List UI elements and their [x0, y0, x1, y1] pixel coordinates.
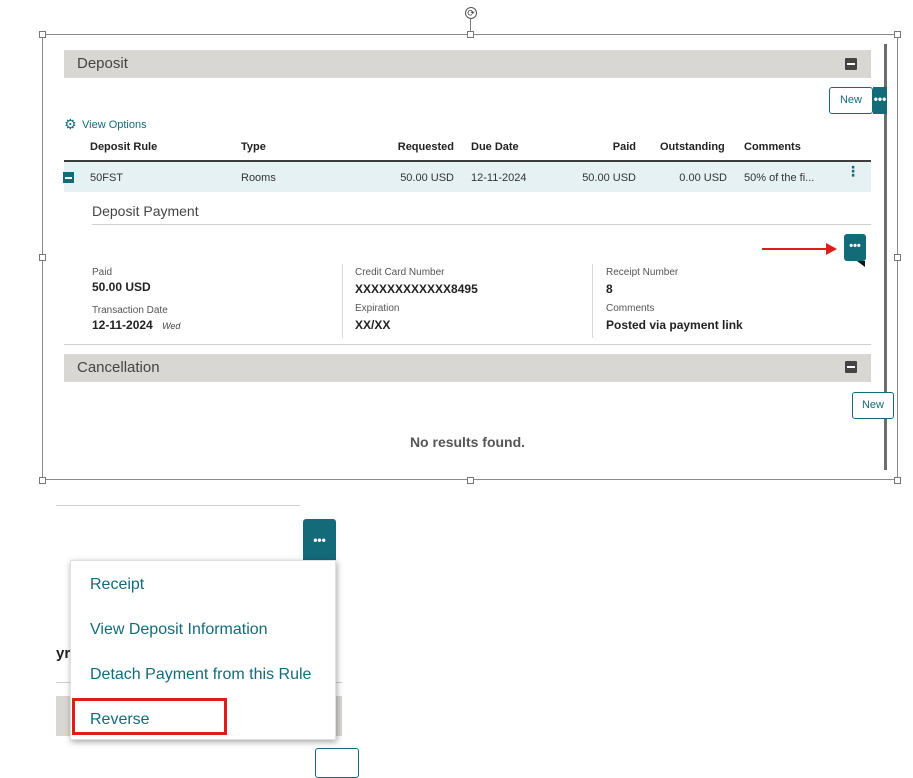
background-button[interactable] — [315, 748, 359, 778]
cell-due-date: 12-11-2024 — [471, 172, 527, 184]
cancellation-section-title: Cancellation — [77, 359, 160, 376]
payment-actions-button[interactable]: ••• — [844, 234, 866, 261]
expiration-value: XX/XX — [355, 318, 391, 332]
column-header-deposit-rule[interactable]: Deposit Rule — [90, 141, 157, 153]
paid-label: Paid — [92, 267, 113, 278]
divider — [92, 224, 871, 225]
resize-handle-top[interactable] — [467, 31, 474, 38]
divider — [56, 505, 300, 506]
card-number-value: XXXXXXXXXXXX8495 — [355, 282, 478, 296]
column-header-paid[interactable]: Paid — [596, 141, 636, 153]
deposit-section-title: Deposit — [77, 55, 128, 72]
payment-comments-label: Comments — [606, 303, 655, 314]
cancellation-new-button[interactable]: New — [852, 392, 894, 419]
receipt-number-value: 8 — [606, 282, 613, 296]
receipt-number-label: Receipt Number — [606, 267, 679, 278]
column-divider — [342, 264, 343, 338]
row-actions-kebab-icon[interactable]: ⋮ — [846, 164, 860, 178]
divider — [64, 344, 871, 345]
cell-type: Rooms — [241, 172, 276, 184]
card-number-label: Credit Card Number — [355, 267, 445, 278]
resize-handle-top-left[interactable] — [39, 31, 46, 38]
resize-handle-top-right[interactable] — [894, 31, 901, 38]
context-menu-trigger-button[interactable]: ••• — [303, 519, 336, 560]
cell-paid: 50.00 USD — [582, 172, 636, 184]
annotation-arrow-head — [826, 243, 837, 255]
column-header-due-date[interactable]: Due Date — [471, 141, 519, 153]
paid-value: 50.00 USD — [92, 280, 151, 294]
resize-handle-left[interactable] — [39, 254, 46, 261]
cell-deposit-rule: 50FST — [90, 172, 124, 184]
selection-frame[interactable] — [42, 34, 898, 480]
button-tail — [857, 261, 865, 267]
dots-icon: ••• — [849, 240, 861, 252]
menu-item-receipt[interactable]: Receipt — [90, 576, 144, 594]
menu-item-view-deposit-information[interactable]: View Deposit Information — [90, 621, 268, 639]
gear-icon[interactable]: ⚙ — [64, 117, 77, 131]
resize-handle-bottom-right[interactable] — [894, 477, 901, 484]
cell-outstanding: 0.00 USD — [679, 172, 727, 184]
background-text-fragment: yr — [56, 645, 71, 662]
cell-comments: 50% of the fi... — [744, 172, 815, 184]
deposit-payment-title: Deposit Payment — [92, 203, 199, 219]
cancellation-section-header: Cancellation — [64, 354, 871, 382]
deposit-collapse-icon[interactable] — [845, 58, 857, 70]
transaction-date-value: 12-11-2024 Wed — [92, 318, 180, 332]
cancellation-collapse-icon[interactable] — [845, 361, 857, 373]
column-divider — [592, 264, 593, 338]
column-header-type[interactable]: Type — [241, 141, 266, 153]
menu-item-detach-payment[interactable]: Detach Payment from this Rule — [90, 666, 311, 684]
transaction-day: Wed — [162, 321, 181, 331]
expiration-label: Expiration — [355, 303, 400, 314]
column-header-outstanding[interactable]: Outstanding — [660, 141, 725, 153]
row-collapse-icon[interactable] — [63, 172, 74, 183]
resize-handle-bottom-left[interactable] — [39, 477, 46, 484]
view-options-link[interactable]: View Options — [82, 119, 147, 131]
rotate-handle-icon[interactable]: ⟳ — [465, 7, 477, 19]
resize-handle-right[interactable] — [894, 254, 901, 261]
deposit-new-more-icon[interactable]: ••• — [873, 87, 887, 114]
cancellation-new-label: New — [861, 399, 884, 411]
deposit-new-button[interactable]: New — [829, 87, 873, 114]
dots-icon: ••• — [313, 533, 326, 547]
transaction-date-label: Transaction Date — [92, 305, 168, 316]
empty-state-text: No results found. — [409, 434, 526, 450]
annotation-arrow — [762, 248, 830, 250]
resize-handle-bottom[interactable] — [467, 477, 474, 484]
column-header-comments[interactable]: Comments — [744, 141, 801, 153]
highlight-box — [72, 698, 227, 735]
dots-glyph: ••• — [873, 92, 887, 106]
column-header-requested[interactable]: Requested — [393, 141, 454, 153]
payment-comments-value: Posted via payment link — [606, 318, 743, 332]
transaction-date-text: 12-11-2024 — [92, 318, 153, 332]
cell-requested: 50.00 USD — [400, 172, 454, 184]
deposit-section-header: Deposit — [64, 50, 871, 78]
deposit-new-label: New — [839, 94, 862, 106]
